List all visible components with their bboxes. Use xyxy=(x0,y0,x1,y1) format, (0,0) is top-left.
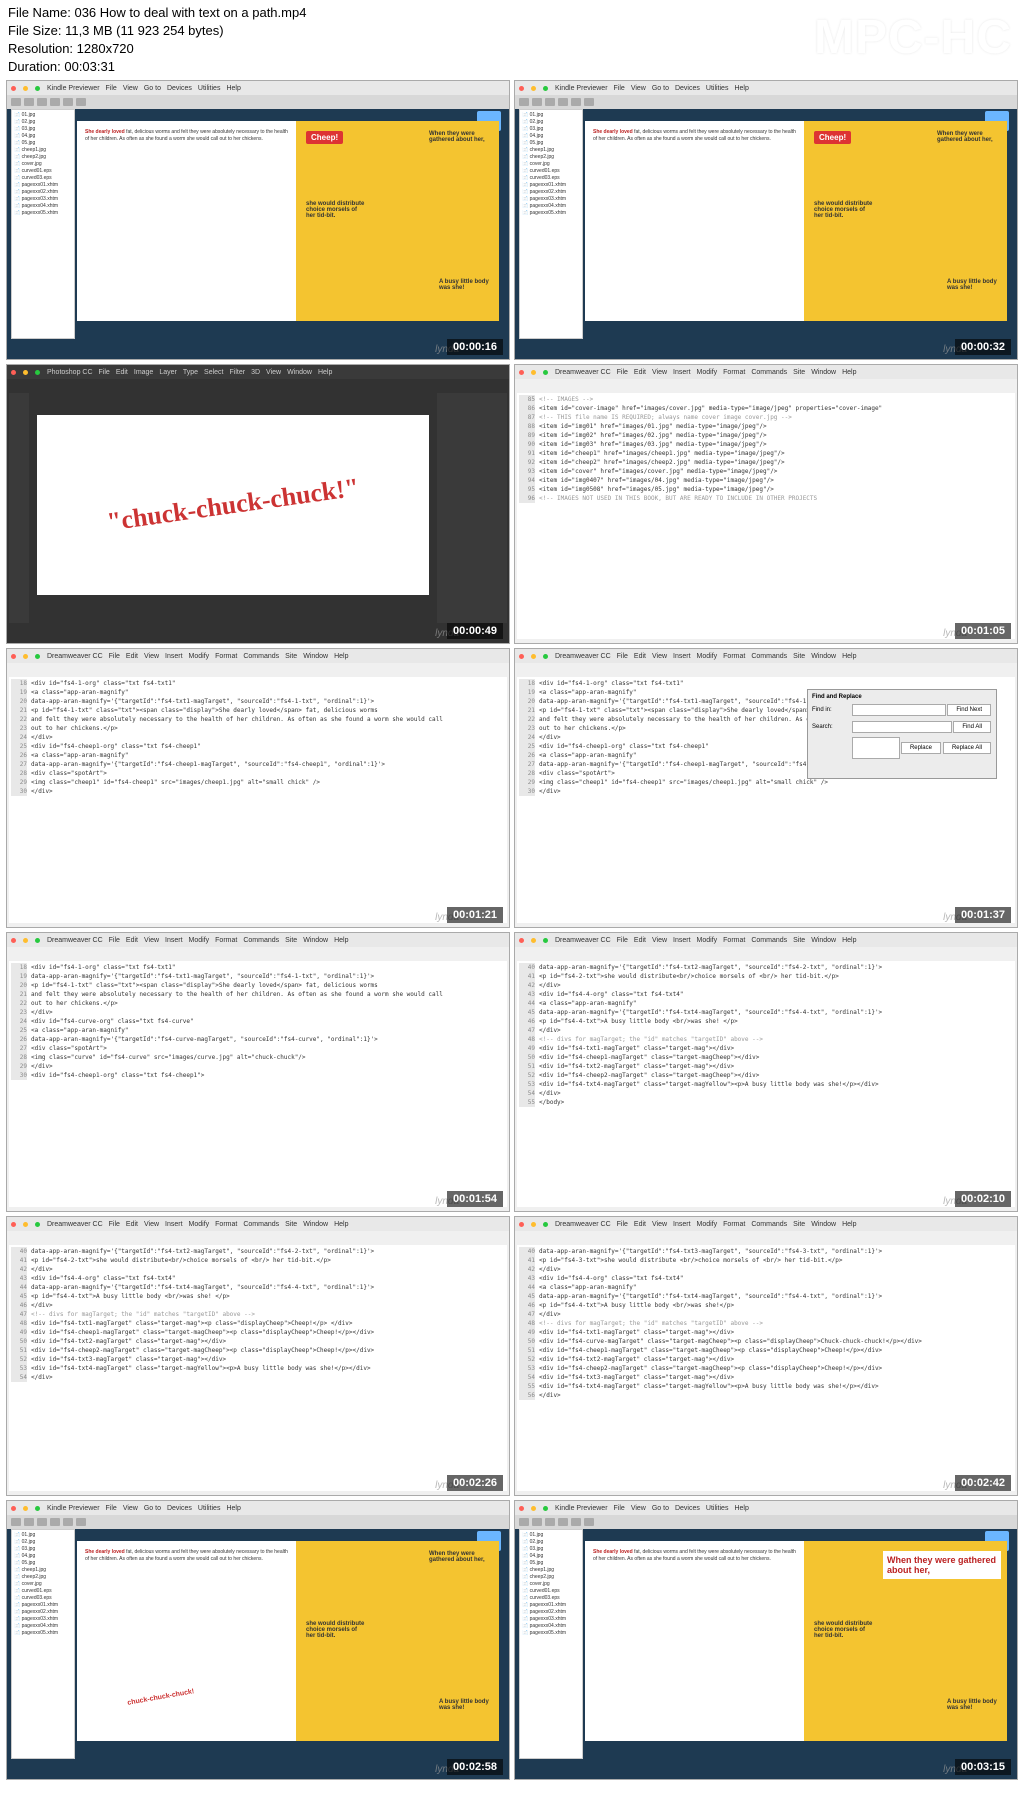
thumb-5-dreamweaver: Dreamweaver CCFileEditViewInsertModifyFo… xyxy=(6,648,510,928)
chuck-text: "chuck-chuck-chuck!" xyxy=(105,472,361,537)
timestamp: 00:01:21 xyxy=(447,907,503,923)
file-sidebar: 📄 01.jpg📄 02.jpg📄 03.jpg📄 04.jpg📄 05.jpg… xyxy=(11,1529,75,1759)
mpc-watermark: MPC-HC xyxy=(814,10,1012,65)
menubar: Dreamweaver CCFileEditViewInsertModifyFo… xyxy=(7,933,509,947)
find-replace-dialog[interactable]: Find and Replace Find in:Find Next Searc… xyxy=(807,689,997,779)
code-editor: 85<!-- IMAGES -->86<item id="cover-image… xyxy=(517,393,1015,639)
code-editor: 40data-app-aran-magnify='{"targetId":"fs… xyxy=(517,1245,1015,1491)
ps-right-panels xyxy=(437,393,507,623)
timestamp: 00:00:32 xyxy=(955,339,1011,355)
timestamp: 00:02:58 xyxy=(447,1759,503,1775)
timestamp: 00:01:54 xyxy=(447,1191,503,1207)
timestamp: 00:01:05 xyxy=(955,623,1011,639)
toolbar xyxy=(7,1515,509,1529)
file-sidebar: 📄 01.jpg📄 02.jpg📄 03.jpg📄 04.jpg📄 05.jpg… xyxy=(519,1529,583,1759)
toolbar xyxy=(515,1515,1017,1529)
thumb-7-dreamweaver: Dreamweaver CCFileEditViewInsertModifyFo… xyxy=(6,932,510,1212)
code-editor: 40data-app-aran-magnify='{"targetId":"fs… xyxy=(517,961,1015,1207)
thumb-4-dreamweaver: Dreamweaver CCFileEditViewInsertModifyFo… xyxy=(514,364,1018,644)
file-sidebar: 📄 01.jpg📄 02.jpg📄 03.jpg📄 04.jpg📄 05.jpg… xyxy=(11,109,75,339)
timestamp: 00:01:37 xyxy=(955,907,1011,923)
menubar: Dreamweaver CCFileEditViewInsertModifyFo… xyxy=(7,649,509,663)
book-preview: She dearly loved fat, delicious worms an… xyxy=(77,1541,499,1741)
timestamp: 00:02:26 xyxy=(447,1475,503,1491)
timestamp: 00:02:42 xyxy=(955,1475,1011,1491)
menubar: Photoshop CCFileEditImageLayerTypeSelect… xyxy=(7,365,509,379)
thumb-11: Kindle PreviewerFileViewGo toDevicesUtil… xyxy=(6,1500,510,1780)
menubar: Dreamweaver CCFileEditViewInsertModifyFo… xyxy=(515,365,1017,379)
thumb-12: Kindle PreviewerFileViewGo toDevicesUtil… xyxy=(514,1500,1018,1780)
file-sidebar: 📄 01.jpg📄 02.jpg📄 03.jpg📄 04.jpg📄 05.jpg… xyxy=(519,109,583,339)
timestamp: 00:00:16 xyxy=(447,339,503,355)
toolbar xyxy=(515,95,1017,109)
thumb-6-dreamweaver: Dreamweaver CCFileEditViewInsertModifyFo… xyxy=(514,648,1018,928)
menubar: Kindle PreviewerFileViewGo toDevicesUtil… xyxy=(7,1501,509,1515)
thumb-3-photoshop: Photoshop CCFileEditImageLayerTypeSelect… xyxy=(6,364,510,644)
timestamp: 00:03:15 xyxy=(955,1759,1011,1775)
code-editor: 18<div id="fs4-1-org" class="txt fs4-txt… xyxy=(9,961,507,1207)
code-editor: 18<div id="fs4-1-org" class="txt fs4-txt… xyxy=(9,677,507,923)
menubar: Kindle PreviewerFileViewGo toDevicesUtil… xyxy=(515,1501,1017,1515)
menubar: Dreamweaver CCFileEditViewInsertModifyFo… xyxy=(515,649,1017,663)
book-preview: She dearly loved fat, delicious worms an… xyxy=(585,121,1007,321)
thumb-10-dreamweaver: Dreamweaver CCFileEditViewInsertModifyFo… xyxy=(514,1216,1018,1496)
timestamp: 00:00:49 xyxy=(447,623,503,639)
timestamp: 00:02:10 xyxy=(955,1191,1011,1207)
toolbar xyxy=(7,95,509,109)
menubar: Dreamweaver CCFileEditViewInsertModifyFo… xyxy=(7,1217,509,1231)
ps-tools-panel xyxy=(9,393,29,623)
thumb-1: Kindle PreviewerFileViewGo toDevicesUtil… xyxy=(6,80,510,360)
thumb-9-dreamweaver: Dreamweaver CCFileEditViewInsertModifyFo… xyxy=(6,1216,510,1496)
book-preview: She dearly loved fat, delicious worms an… xyxy=(77,121,499,321)
thumb-2: Kindle PreviewerFileViewGo toDevicesUtil… xyxy=(514,80,1018,360)
thumbnail-grid: Kindle PreviewerFileViewGo toDevicesUtil… xyxy=(6,80,1018,1780)
menubar: Kindle PreviewerFileViewGo toDevicesUtil… xyxy=(7,81,509,95)
thumb-8-dreamweaver: Dreamweaver CCFileEditViewInsertModifyFo… xyxy=(514,932,1018,1212)
menubar: Kindle PreviewerFileViewGo toDevicesUtil… xyxy=(515,81,1017,95)
book-preview: She dearly loved fat, delicious worms an… xyxy=(585,1541,1007,1741)
ps-canvas: "chuck-chuck-chuck!" xyxy=(37,415,429,595)
menubar: Dreamweaver CCFileEditViewInsertModifyFo… xyxy=(515,1217,1017,1231)
menubar: Dreamweaver CCFileEditViewInsertModifyFo… xyxy=(515,933,1017,947)
code-editor: 40data-app-aran-magnify='{"targetId":"fs… xyxy=(9,1245,507,1491)
